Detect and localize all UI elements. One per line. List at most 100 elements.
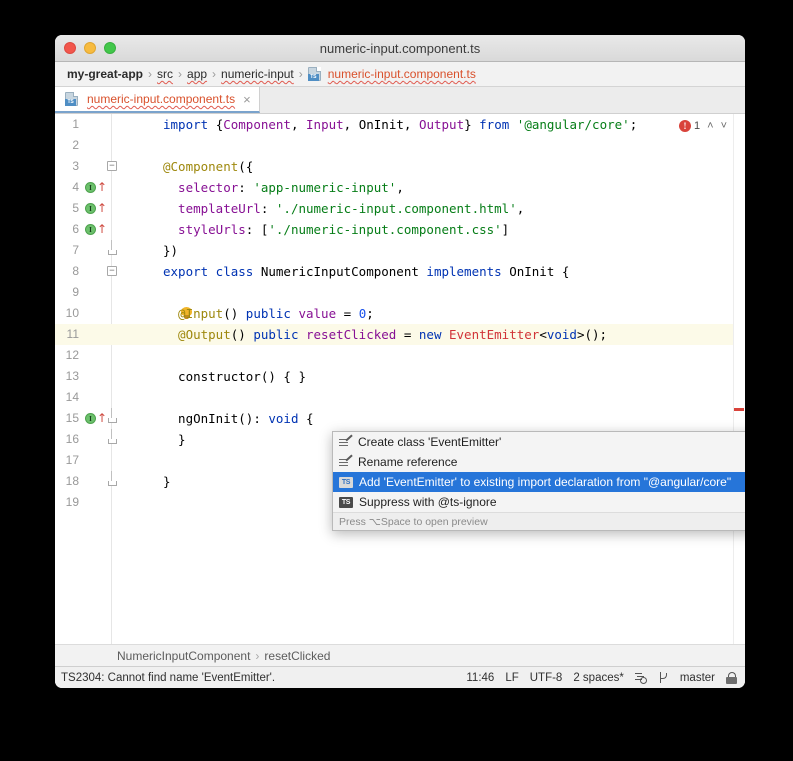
editor-tabstrip: TS numeric-input.component.ts × — [55, 87, 745, 114]
code-line[interactable]: 12 — [55, 345, 745, 366]
line-number: 8 — [72, 264, 79, 278]
ide-window: numeric-input.component.ts my-great-app … — [55, 35, 745, 688]
popup-item-label: Add 'EventEmitter' to existing import de… — [359, 475, 732, 489]
code-fold-icon[interactable] — [107, 471, 117, 486]
tab-numeric-input-component[interactable]: TS numeric-input.component.ts × — [55, 87, 260, 113]
code-fold-icon[interactable] — [107, 240, 117, 255]
branch-icon — [658, 671, 669, 684]
code-text: @Output() public resetClicked = new Even… — [163, 327, 608, 342]
intention-actions-popup[interactable]: Create class 'EventEmitter' ▶ Rename ref… — [332, 431, 745, 531]
git-branch[interactable]: master — [680, 672, 715, 684]
error-count-badge[interactable]: ! 1 — [679, 120, 700, 132]
code-text: ngOnInit(): void { — [163, 411, 314, 426]
ts-file-icon: TS — [307, 67, 321, 81]
edit-icon — [339, 436, 352, 449]
line-number: 19 — [65, 495, 79, 509]
error-stripe-marker[interactable] — [734, 408, 744, 411]
popup-item-rename-reference[interactable]: Rename reference ▶ — [333, 452, 745, 472]
popup-item-add-to-import[interactable]: TS Add 'EventEmitter' to existing import… — [333, 472, 745, 492]
code-line[interactable]: 13 constructor() { } — [55, 366, 745, 387]
code-text: constructor() { } — [163, 369, 306, 384]
edit-icon — [339, 456, 352, 469]
line-separator[interactable]: LF — [505, 672, 518, 684]
code-line[interactable]: 1 import {Component, Input, OnInit, Outpu… — [55, 114, 745, 135]
file-encoding[interactable]: UTF-8 — [530, 672, 563, 684]
caret-position[interactable]: 11:46 — [466, 672, 494, 684]
code-text: }) — [163, 243, 179, 258]
breadcrumb-item-numeric-input[interactable]: numeric-input — [221, 67, 294, 81]
breadcrumb-item-project[interactable]: my-great-app — [67, 67, 143, 81]
window-titlebar: numeric-input.component.ts — [55, 35, 745, 62]
code-line[interactable]: 11 @Output() public resetClicked = new E… — [55, 324, 745, 345]
structure-breadcrumb-member[interactable]: resetClicked — [264, 649, 330, 663]
code-text: export class NumericInputComponent imple… — [163, 264, 570, 279]
structure-breadcrumb-class[interactable]: NumericInputComponent — [117, 649, 250, 663]
error-stripe-bar[interactable] — [733, 114, 745, 644]
code-text: import {Component, Input, OnInit, Output… — [163, 117, 638, 132]
line-number: 3 — [72, 159, 79, 173]
line-number: 9 — [72, 285, 79, 299]
code-line[interactable]: 14 — [55, 387, 745, 408]
code-text: selector: 'app-numeric-input', — [163, 180, 404, 195]
next-error-icon[interactable]: ˅ — [721, 120, 727, 132]
close-icon[interactable]: × — [243, 93, 251, 106]
code-line[interactable]: 10 @Input() public value = 0; — [55, 303, 745, 324]
popup-hint: Press ⌥Space to open preview — [333, 512, 745, 530]
code-line[interactable]: 2 — [55, 135, 745, 156]
prev-error-icon[interactable]: ˄ — [707, 120, 713, 132]
ts-badge-icon: TS — [339, 476, 353, 488]
maximize-button[interactable] — [104, 42, 116, 54]
angular-gutter-icon[interactable]: I ↑ — [85, 198, 107, 219]
code-line[interactable]: 15 I ↑ ngOnInit(): void { — [55, 408, 745, 429]
lock-icon[interactable] — [726, 671, 737, 684]
code-text: templateUrl: './numeric-input.component.… — [163, 201, 525, 216]
code-editor[interactable]: 1 import {Component, Input, OnInit, Outpu… — [55, 114, 745, 644]
code-fold-icon[interactable]: − — [107, 266, 117, 276]
code-fold-icon[interactable]: − — [107, 161, 117, 171]
popup-item-label: Rename reference — [358, 455, 458, 469]
indent-icon[interactable] — [634, 672, 647, 684]
error-icon: ! — [679, 120, 691, 132]
error-navigation: ! 1 ˄ ˅ — [679, 120, 727, 132]
close-button[interactable] — [64, 42, 76, 54]
angular-gutter-icon[interactable]: I ↑ — [85, 219, 107, 240]
status-message: TS2304: Cannot find name 'EventEmitter'. — [61, 671, 276, 684]
minimize-button[interactable] — [84, 42, 96, 54]
code-line[interactable]: 7}) — [55, 240, 745, 261]
breadcrumb-separator: › — [212, 67, 217, 81]
code-line[interactable]: 8 − export class NumericInputComponent imp… — [55, 261, 745, 282]
breadcrumb-item-src[interactable]: src — [157, 67, 173, 81]
line-number: 17 — [65, 453, 79, 467]
breadcrumb: my-great-app › src › app › numeric-input… — [55, 62, 745, 87]
ts-badge-icon: TS — [339, 496, 353, 508]
line-number: 4 — [72, 180, 79, 194]
line-number: 1 — [72, 117, 79, 131]
code-fold-icon[interactable] — [107, 408, 117, 423]
angular-gutter-icon[interactable]: I ↑ — [85, 408, 107, 429]
breadcrumb-item-app[interactable]: app — [187, 67, 207, 81]
line-number: 16 — [65, 432, 79, 446]
code-text: @Input() public value = 0; — [163, 306, 374, 321]
code-line[interactable]: 3 − @Component({ — [55, 156, 745, 177]
code-line[interactable]: 4 I ↑ selector: 'app-numeric-input', — [55, 177, 745, 198]
tab-label: numeric-input.component.ts — [87, 92, 236, 106]
code-lines[interactable]: 1 import {Component, Input, OnInit, Outpu… — [55, 114, 745, 644]
line-number: 11 — [66, 327, 79, 341]
indent-setting[interactable]: 2 spaces* — [573, 672, 624, 684]
angular-gutter-icon[interactable]: I ↑ — [85, 177, 107, 198]
code-line[interactable]: 9 — [55, 282, 745, 303]
code-line[interactable]: 6 I ↑ styleUrls: ['./numeric-input.compone… — [55, 219, 745, 240]
popup-item-label: Suppress with @ts-ignore — [359, 495, 497, 509]
code-line[interactable]: 5 I ↑ templateUrl: './numeric-input.compon… — [55, 198, 745, 219]
code-fold-icon[interactable] — [107, 429, 117, 444]
line-number: 2 — [72, 138, 79, 152]
line-number: 15 — [65, 411, 79, 425]
breadcrumb-item-file[interactable]: numeric-input.component.ts — [328, 67, 476, 81]
code-text: @Component({ — [163, 159, 254, 174]
breadcrumb-separator: › — [178, 67, 183, 81]
line-number: 7 — [72, 243, 79, 257]
popup-item-create-class[interactable]: Create class 'EventEmitter' ▶ — [333, 432, 745, 452]
window-controls — [64, 42, 116, 54]
popup-item-suppress-ts-ignore[interactable]: TS Suppress with @ts-ignore — [333, 492, 745, 512]
breadcrumb-separator: › — [255, 648, 260, 663]
